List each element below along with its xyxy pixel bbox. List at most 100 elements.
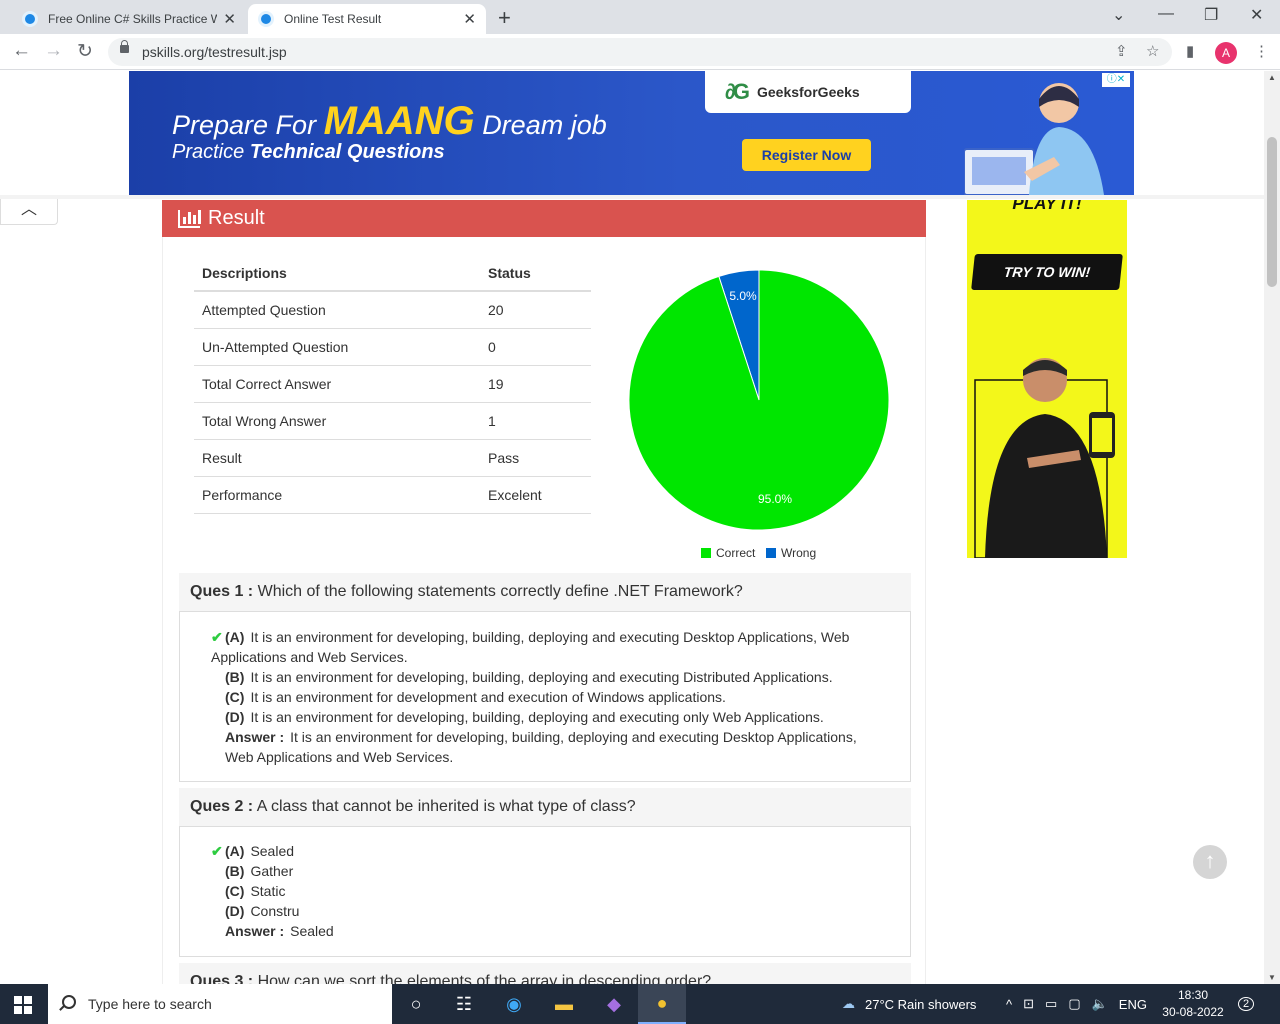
row-label: Performance	[194, 476, 480, 514]
visual-studio-icon[interactable]: ◆	[590, 984, 638, 1024]
result-summary-table: Descriptions Status Attempted Question 20…	[194, 255, 591, 514]
answer-text: It is an environment for developing, bui…	[225, 729, 857, 765]
address-bar[interactable]: pskills.org/testresult.jsp ⇪ ☆	[108, 38, 1172, 66]
scroll-thumb[interactable]	[1267, 137, 1277, 287]
bookmark-star-icon[interactable]: ☆	[1146, 42, 1159, 60]
scroll-up-arrow-icon[interactable]: ▲	[1268, 73, 1276, 82]
correct-answer: Answer : It is an environment for develop…	[211, 727, 870, 767]
ad-illustration	[964, 83, 1104, 195]
widgets-icon[interactable]: ☷	[440, 984, 488, 1024]
answer-option: (C) It is an environment for development …	[211, 687, 870, 707]
menu-kebab-icon[interactable]: ⋮	[1254, 42, 1269, 60]
question-text: Which of the following statements correc…	[257, 583, 743, 600]
checkmark-icon: ✔	[211, 843, 223, 859]
question-body: ✔ (A) Sealed (B) Gather (C) Static (D) Constru An…	[179, 826, 911, 957]
brand-name: GeeksforGeeks	[756, 84, 860, 100]
register-now-button[interactable]: Register Now	[742, 139, 871, 171]
ad-banner[interactable]: Prepare For MAANG Dream job Practice Tec…	[129, 71, 1134, 195]
option-text: Sealed	[250, 843, 295, 859]
question-header: Ques 2 : A class that cannot be inherite…	[179, 788, 911, 826]
task-view-icon[interactable]: ○	[392, 984, 440, 1024]
monitor-icon[interactable]: ▢	[1068, 996, 1080, 1012]
share-icon[interactable]: ⇪	[1115, 42, 1128, 60]
cloud-rain-icon: ☁	[842, 996, 855, 1011]
option-text: It is an environment for developing, bui…	[211, 629, 850, 665]
question-number: Ques 1 :	[190, 583, 254, 600]
row-value: 20	[480, 291, 591, 329]
side-panel-icon[interactable]: ▮	[1186, 42, 1194, 60]
table-row: Performance Excelent	[194, 476, 591, 514]
url-text: pskills.org/testresult.jsp	[142, 44, 287, 60]
try-to-win-button[interactable]: TRY TO WIN!	[971, 254, 1123, 290]
gfg-logo: ∂G GeeksforGeeks	[705, 71, 911, 113]
weather-text: 27°C Rain showers	[865, 996, 977, 1012]
minimize-icon[interactable]: —	[1158, 5, 1174, 23]
close-window-icon[interactable]: ✕	[1250, 5, 1263, 25]
column-header: Status	[480, 255, 591, 292]
windows-taskbar: Type here to search ○ ☷ ◉ ▬ ◆ ● ☁ 27°C R…	[0, 984, 1280, 1024]
page-scrollbar[interactable]: ▲ ▼	[1264, 71, 1280, 984]
file-explorer-icon[interactable]: ▬	[540, 984, 588, 1024]
table-header-row: Descriptions Status	[194, 255, 591, 292]
browser-toolbar: ← → ↻ pskills.org/testresult.jsp ⇪ ☆ ▮ A…	[0, 34, 1280, 70]
option-text: It is an environment for developing, bui…	[250, 669, 833, 685]
option-letter: (C)	[225, 689, 245, 705]
row-value: Pass	[480, 439, 591, 477]
answer-option: (D) Constru	[211, 901, 870, 921]
back-to-top-arrow-icon[interactable]: ↑	[1193, 845, 1227, 879]
display-icon[interactable]: ▭	[1045, 996, 1057, 1012]
taskbar-clock[interactable]: 18:30 30-08-2022	[1158, 987, 1228, 1021]
tab-close-icon[interactable]: ✕	[463, 10, 476, 28]
side-ad-headline: PLAY IT!	[1012, 200, 1082, 213]
collapse-chevron-up-icon[interactable]: ︿	[0, 199, 58, 225]
legend-item-correct: Correct	[701, 546, 756, 560]
option-text: Constru	[250, 903, 300, 919]
option-letter: (B)	[225, 863, 245, 879]
edge-browser-icon[interactable]: ◉	[490, 984, 538, 1024]
answer-text: Sealed	[290, 923, 334, 939]
new-tab-icon[interactable]: +	[498, 5, 511, 31]
browser-tab[interactable]: Free Online C# Skills Practice Wri ✕	[12, 4, 246, 34]
weather-widget[interactable]: ☁ 27°C Rain showers	[842, 984, 976, 1024]
answer-option: (D) It is an environment for developing, …	[211, 707, 870, 727]
scroll-down-arrow-icon[interactable]: ▼	[1268, 973, 1276, 982]
side-ad[interactable]: PLAY IT! TRY TO WIN!	[967, 200, 1127, 558]
pie-slice-correct	[628, 269, 890, 531]
reload-icon[interactable]: ↻	[77, 40, 93, 63]
tab-search-chevron-icon[interactable]: ⌄	[1112, 5, 1125, 25]
question-header: Ques 3 : How can we sort the elements of…	[179, 963, 911, 984]
back-arrow-icon[interactable]: ←	[12, 40, 31, 62]
answer-option: (B) It is an environment for developing, …	[211, 667, 870, 687]
lock-icon	[120, 40, 129, 53]
answer-option: (C) Static	[211, 881, 870, 901]
page-viewport: Prepare For MAANG Dream job Practice Tec…	[0, 71, 1264, 984]
question-header: Ques 1 : Which of the following statemen…	[179, 573, 911, 611]
row-value: Excelent	[480, 476, 591, 514]
network-icon[interactable]: ⊡	[1023, 996, 1034, 1012]
browser-tab-active[interactable]: Online Test Result ✕	[248, 4, 486, 34]
profile-avatar[interactable]: A	[1215, 42, 1237, 64]
row-label: Total Correct Answer	[194, 365, 480, 403]
notification-count: 2	[1238, 997, 1255, 1011]
ad-info-close-icon[interactable]: ⓘ✕	[1102, 73, 1130, 87]
volume-icon[interactable]: 🔈	[1092, 996, 1108, 1012]
option-letter: (D)	[225, 903, 245, 919]
pie-label-wrong: 5.0%	[729, 289, 757, 303]
row-label: Un-Attempted Question	[194, 328, 480, 366]
windows-start-icon[interactable]	[14, 996, 32, 1014]
clock-date: 30-08-2022	[1162, 1005, 1224, 1019]
option-letter: (B)	[225, 669, 245, 685]
forward-arrow-icon[interactable]: →	[44, 40, 63, 62]
table-row: Result Pass	[194, 439, 591, 477]
taskbar-search-box[interactable]: Type here to search	[48, 984, 392, 1024]
legend-item-wrong: Wrong	[766, 546, 816, 560]
tab-close-icon[interactable]: ✕	[223, 10, 236, 28]
side-ad-person-image	[974, 358, 1115, 558]
language-indicator[interactable]: ENG	[1119, 997, 1147, 1012]
restore-icon[interactable]: ❐	[1204, 5, 1218, 25]
notification-center-icon[interactable]: 2	[1238, 994, 1255, 1012]
site-favicon-icon	[258, 11, 274, 27]
question-body: ✔ (A) It is an environment for developing,…	[179, 611, 911, 782]
tray-chevron-up-icon[interactable]: ^	[1006, 997, 1012, 1012]
chrome-icon[interactable]: ●	[638, 984, 686, 1024]
